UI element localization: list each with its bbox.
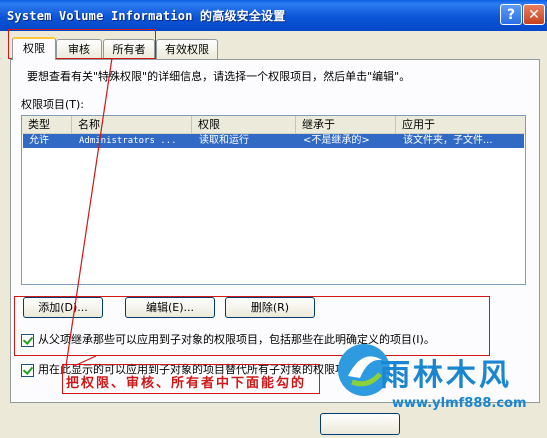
watermark-url: www.ylmf888.com [392, 396, 527, 411]
tab-permissions[interactable]: 权限 [12, 37, 56, 60]
annotation-arrow-tabs [65, 57, 113, 367]
annotation-arrow-checkbox [73, 355, 97, 367]
watermark-brand: 雨林木风 [380, 358, 512, 393]
annotation-text: 把权限、审核、所有者中下面能勾的 [66, 376, 307, 391]
